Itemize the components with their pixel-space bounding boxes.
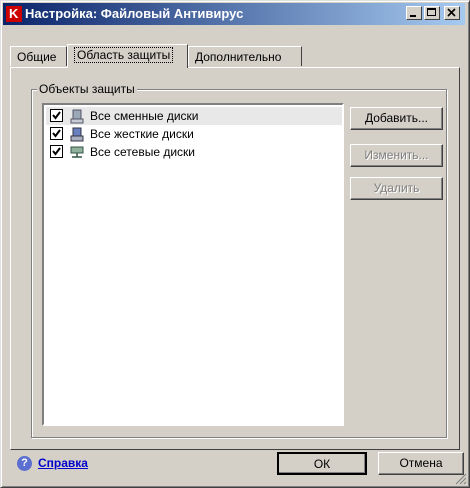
help-icon[interactable]: ? xyxy=(17,456,32,471)
group-label: Объекты защиты xyxy=(37,82,137,96)
window-title: Настройка: Файловый Антивирус xyxy=(25,6,244,21)
maximize-icon xyxy=(427,8,436,16)
list-item-hard-drives[interactable]: Все жесткие диски xyxy=(46,125,342,143)
tab-protection-scope[interactable]: Область защиты xyxy=(67,44,188,68)
protection-objects-list[interactable]: Все сменные диски Все жесткие диски Все … xyxy=(42,103,344,426)
checkmark-icon xyxy=(52,111,61,120)
close-button[interactable] xyxy=(444,6,460,20)
removable-drive-icon xyxy=(70,109,84,124)
network-drive-icon xyxy=(70,146,84,158)
checkmark-icon xyxy=(52,129,61,138)
kaspersky-app-icon: K xyxy=(6,6,22,22)
checkbox-hard-drives[interactable] xyxy=(50,127,63,140)
hard-drive-icon xyxy=(70,127,84,142)
minimize-button[interactable] xyxy=(406,6,422,20)
tab-advanced-label: Дополнительно xyxy=(195,50,282,64)
title-bar[interactable]: K Настройка: Файловый Антивирус xyxy=(3,3,465,25)
tab-general-label: Общие xyxy=(17,50,57,64)
tab-advanced[interactable]: Дополнительно xyxy=(188,46,302,66)
checkbox-removable-drives[interactable] xyxy=(50,109,63,122)
close-icon xyxy=(447,8,456,17)
checkbox-network-drives[interactable] xyxy=(50,145,63,158)
add-button[interactable]: Добавить... xyxy=(350,107,443,130)
resize-grip-icon[interactable] xyxy=(455,473,467,485)
minimize-icon xyxy=(410,15,416,17)
tab-protection-scope-label: Область защиты xyxy=(74,47,174,63)
list-item-label: Все сменные диски xyxy=(90,109,199,123)
tab-general[interactable]: Общие xyxy=(10,46,67,66)
ok-button[interactable]: ОК xyxy=(277,452,367,475)
help-link[interactable]: Справка xyxy=(38,456,88,470)
list-item-network-drives[interactable]: Все сетевые диски xyxy=(46,143,342,161)
delete-button[interactable]: Удалить xyxy=(350,177,443,200)
cancel-button[interactable]: Отмена xyxy=(378,452,464,475)
app-icon-letter: K xyxy=(9,6,19,21)
list-item-label: Все сетевые диски xyxy=(90,145,195,159)
edit-button[interactable]: Изменить... xyxy=(350,144,443,167)
list-item-removable-drives[interactable]: Все сменные диски xyxy=(46,107,342,125)
list-item-label: Все жесткие диски xyxy=(90,127,194,141)
checkmark-icon xyxy=(52,147,61,156)
maximize-button[interactable] xyxy=(424,6,440,20)
